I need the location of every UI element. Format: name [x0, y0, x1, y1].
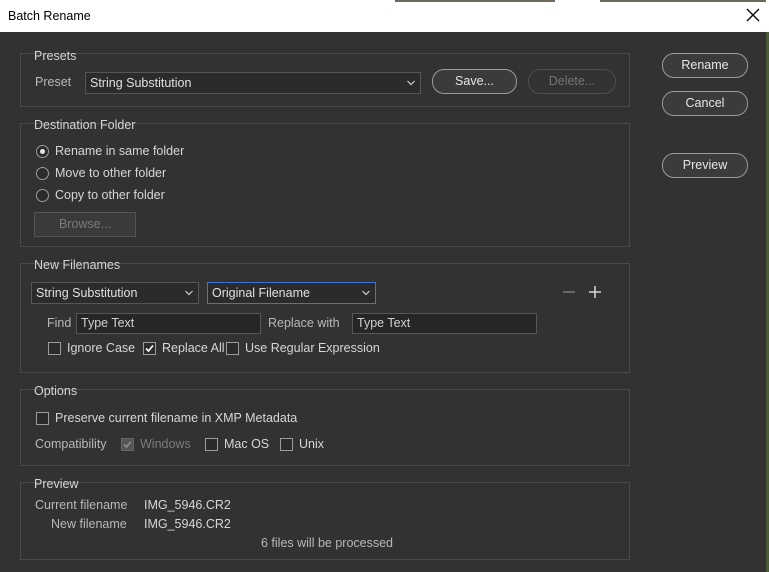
macos-checkbox[interactable] — [205, 438, 218, 451]
preset-select-value: String Substitution — [90, 76, 192, 90]
replace-all-label: Replace All — [162, 341, 225, 355]
rename-button[interactable]: Rename — [662, 53, 748, 78]
browse-button[interactable]: Browse... — [34, 212, 136, 237]
chevron-down-icon — [407, 80, 415, 86]
presets-title: Presets — [34, 49, 77, 63]
preview-button[interactable]: Preview — [662, 153, 748, 178]
source-select-value: Original Filename — [212, 286, 310, 300]
delete-preset-button[interactable]: Delete... — [528, 69, 616, 94]
new-filenames-title: New Filenames — [34, 258, 121, 272]
chevron-down-icon — [362, 290, 370, 296]
radio-rename-same-folder[interactable] — [36, 145, 49, 158]
compatibility-label: Compatibility — [35, 437, 107, 451]
regex-checkbox[interactable] — [226, 342, 239, 355]
preserve-xmp-label: Preserve current filename in XMP Metadat… — [55, 411, 298, 425]
replace-input[interactable]: Type Text — [352, 313, 537, 334]
new-filename-value: IMG_5946.CR2 — [144, 517, 231, 531]
checkmark-icon — [123, 440, 132, 449]
options-panel — [20, 389, 630, 466]
preset-label: Preset — [35, 75, 72, 89]
files-processed-summary: 6 files will be processed — [261, 536, 394, 550]
destination-title: Destination Folder — [34, 118, 136, 132]
minus-icon[interactable] — [561, 285, 577, 299]
close-icon[interactable] — [744, 6, 762, 24]
preview-title: Preview — [34, 477, 79, 491]
replace-label: Replace with — [268, 316, 340, 330]
plus-icon[interactable] — [587, 285, 603, 299]
unix-checkbox[interactable] — [280, 438, 293, 451]
find-input[interactable]: Type Text — [76, 313, 261, 334]
current-filename-value: IMG_5946.CR2 — [144, 498, 231, 512]
rename-type-select[interactable]: String Substitution — [31, 282, 199, 304]
radio-move-other-folder-label: Move to other folder — [55, 166, 167, 180]
source-select[interactable]: Original Filename — [207, 282, 376, 304]
title-bar: Batch Rename — [0, 0, 769, 32]
background-strip — [600, 0, 766, 2]
find-label: Find — [47, 316, 72, 330]
options-title: Options — [34, 384, 78, 398]
replace-input-value: Type Text — [357, 316, 411, 330]
unix-label: Unix — [299, 437, 325, 451]
windows-label: Windows — [140, 437, 191, 451]
rename-type-value: String Substitution — [36, 286, 138, 300]
ignore-case-label: Ignore Case — [67, 341, 136, 355]
radio-rename-same-folder-label: Rename in same folder — [55, 144, 185, 158]
preserve-xmp-checkbox[interactable] — [36, 412, 49, 425]
current-filename-label: Current filename — [35, 498, 128, 512]
checkmark-icon — [145, 344, 154, 353]
background-strip — [395, 0, 555, 2]
window-title: Batch Rename — [8, 9, 91, 23]
cancel-button[interactable]: Cancel — [662, 91, 748, 116]
preset-select[interactable]: String Substitution — [85, 72, 421, 94]
chevron-down-icon — [185, 290, 193, 296]
new-filename-label: New filename — [51, 517, 127, 531]
macos-label: Mac OS — [224, 437, 270, 451]
replace-all-checkbox[interactable] — [143, 342, 156, 355]
radio-copy-other-folder[interactable] — [36, 189, 49, 202]
radio-copy-other-folder-label: Copy to other folder — [55, 188, 165, 202]
windows-checkbox[interactable] — [121, 438, 134, 451]
save-preset-button[interactable]: Save... — [432, 69, 517, 94]
radio-move-other-folder[interactable] — [36, 167, 49, 180]
ignore-case-checkbox[interactable] — [48, 342, 61, 355]
find-input-value: Type Text — [81, 316, 135, 330]
regex-label: Use Regular Expression — [245, 341, 380, 355]
